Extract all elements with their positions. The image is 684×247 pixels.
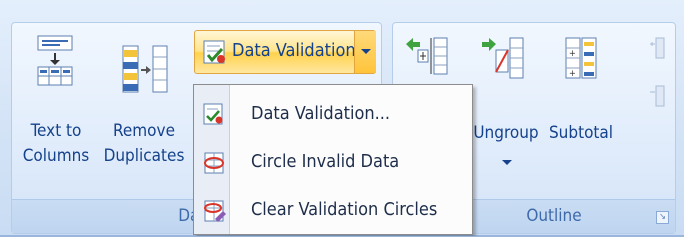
clear-validation-circles-icon — [204, 200, 226, 222]
chevron-down-icon — [502, 160, 512, 165]
data-validation-label: Data Validation — [232, 40, 356, 61]
remove-duplicates-icon — [122, 45, 168, 93]
data-validation-split-button[interactable]: Data Validation — [194, 30, 376, 74]
text-to-columns-icon — [37, 35, 73, 86]
circle-invalid-data-icon — [204, 152, 224, 174]
menu-item-data-validation-label: Data Validation... — [251, 103, 391, 124]
hide-detail-icon[interactable] — [648, 84, 666, 108]
remove-duplicates-button[interactable]: Remove Duplicates — [94, 30, 194, 180]
remove-duplicates-label-2: Duplicates — [103, 146, 185, 166]
data-validation-icon — [203, 103, 223, 125]
data-validation-menu: Data Validation... Circle Invalid Data C… — [193, 84, 473, 235]
ungroup-button[interactable]: Ungroup — [470, 30, 542, 180]
show-detail-icon[interactable] — [648, 36, 666, 60]
outline-group-label-text: Outline — [526, 206, 582, 226]
chevron-down-icon — [361, 49, 371, 54]
menu-item-circle-invalid-data[interactable]: Circle Invalid Data — [195, 140, 472, 184]
menu-item-data-validation[interactable]: Data Validation... — [195, 92, 472, 136]
data-validation-icon — [203, 40, 225, 64]
subtotal-icon: + + — [565, 37, 597, 79]
svg-text:+: + — [569, 49, 576, 59]
subtotal-button[interactable]: + + Subtotal — [544, 30, 618, 180]
menu-item-clear-validation-circles-label: Clear Validation Circles — [251, 199, 438, 220]
menu-item-clear-validation-circles[interactable]: Clear Validation Circles — [195, 188, 472, 232]
ungroup-icon — [482, 37, 524, 79]
menu-item-circle-invalid-data-label: Circle Invalid Data — [251, 151, 400, 172]
subtotal-label: Subtotal — [548, 123, 614, 143]
outline-dialog-launcher-icon[interactable]: ↘ — [656, 211, 669, 224]
ungroup-label: Ungroup — [473, 123, 539, 143]
text-to-columns-label-1: Text to — [30, 121, 82, 141]
remove-duplicates-label-1: Remove — [113, 121, 175, 141]
svg-text:+: + — [569, 69, 576, 79]
sheet-area-edge — [0, 236, 684, 247]
text-to-columns-button[interactable]: Text to Columns — [20, 30, 92, 180]
group-icon[interactable] — [404, 34, 450, 80]
data-validation-dropdown-button[interactable] — [354, 31, 376, 73]
text-to-columns-label-2: Columns — [22, 146, 90, 166]
